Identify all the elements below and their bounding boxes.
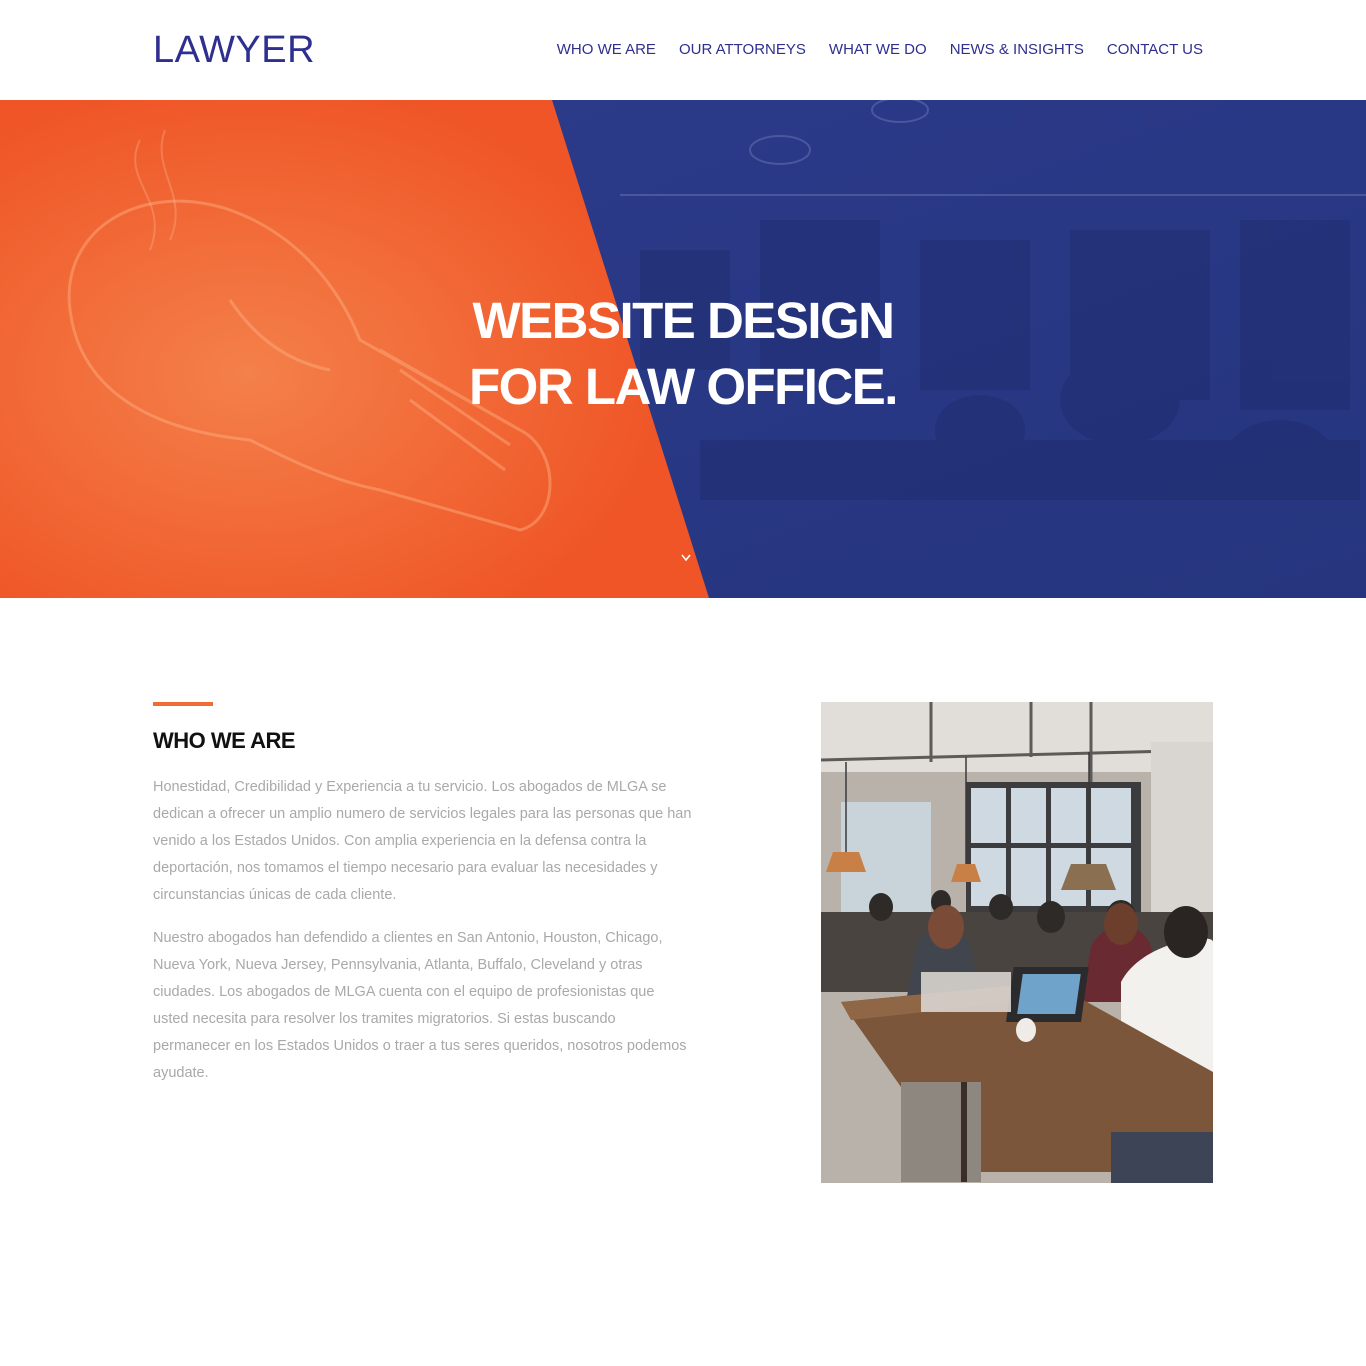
nav-who-we-are[interactable]: WHO WE ARE [557, 40, 656, 60]
hero-banner: WEBSITE DESIGN FOR LAW OFFICE. [0, 100, 1366, 598]
chevron-down-icon[interactable] [680, 553, 694, 567]
about-paragraph-2: Nuestro abogados han defendido a cliente… [153, 930, 687, 1081]
about-paragraph-1: Honestidad, Credibilidad y Experiencia a… [153, 779, 692, 903]
site-header: LAWYER WHO WE ARE OUR ATTORNEYS WHAT WE … [0, 0, 1366, 100]
nav-news-insights[interactable]: NEWS & INSIGHTS [950, 40, 1084, 60]
hero-title-line-1: WEBSITE DESIGN [472, 292, 895, 349]
hero-title-line-2: FOR LAW OFFICE. [469, 358, 898, 415]
nav-our-attorneys[interactable]: OUR ATTORNEYS [679, 40, 806, 60]
nav-what-we-do[interactable]: WHAT WE DO [829, 40, 927, 60]
site-logo[interactable]: LAWYER [153, 28, 315, 72]
nav-contact-us[interactable]: CONTACT US [1107, 40, 1203, 60]
hero-title: WEBSITE DESIGN FOR LAW OFFICE. [0, 288, 1366, 420]
section-title: WHO WE ARE [153, 728, 296, 753]
main-nav: WHO WE ARE OUR ATTORNEYS WHAT WE DO NEWS… [557, 40, 1203, 60]
office-photo [821, 702, 1213, 1183]
section-accent-bar [153, 702, 213, 706]
